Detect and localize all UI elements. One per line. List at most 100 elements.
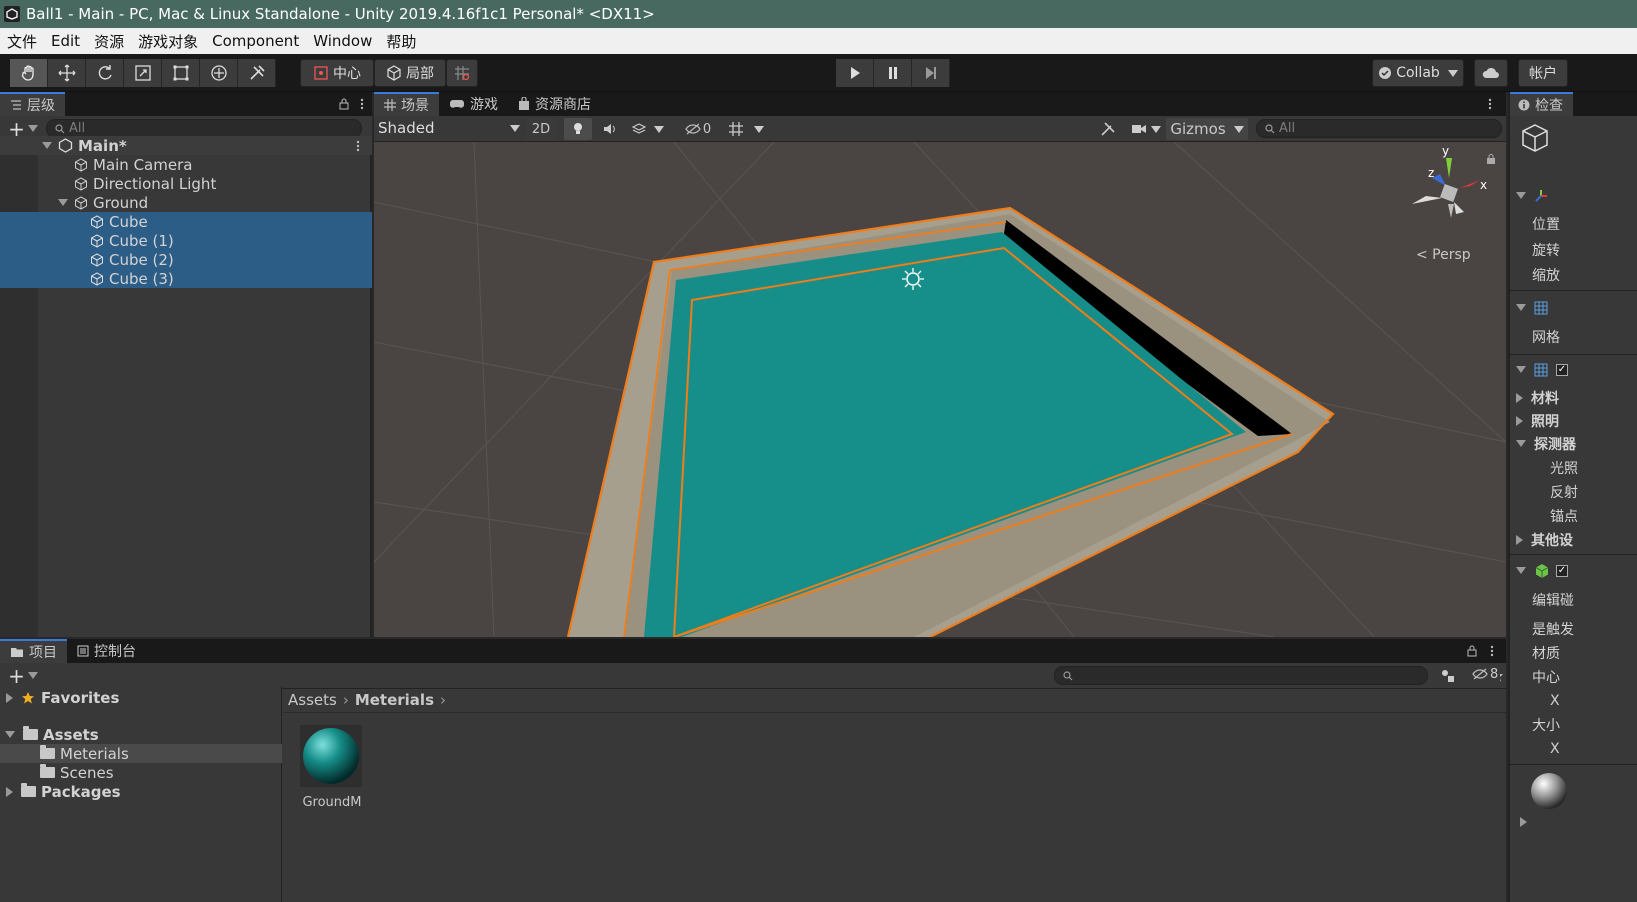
hierarchy-item-main-camera[interactable]: Main Camera xyxy=(0,155,372,174)
expand-arrow-icon[interactable] xyxy=(1516,440,1526,447)
expand-arrow-icon[interactable] xyxy=(58,199,68,206)
inspector-section-probes[interactable]: 探测器 xyxy=(1510,432,1637,455)
collapse-arrow-icon[interactable] xyxy=(1516,415,1523,426)
hierarchy-item-cube-1[interactable]: Cube (1) xyxy=(0,231,372,250)
kebab-menu-icon[interactable] xyxy=(360,98,364,110)
expand-arrow-icon[interactable] xyxy=(42,142,52,149)
cloud-button[interactable] xyxy=(1474,59,1508,87)
step-button[interactable] xyxy=(912,59,950,87)
pivot-center-toggle[interactable]: 中心 xyxy=(300,59,374,87)
hierarchy-item-cube-3[interactable]: Cube (3) xyxy=(0,269,372,288)
hidden-objects-toggle[interactable]: 0 xyxy=(678,118,718,140)
collapse-arrow-icon[interactable] xyxy=(6,692,13,703)
hierarchy-item-ground[interactable]: Ground xyxy=(0,193,372,212)
hand-tool-button[interactable] xyxy=(10,59,48,87)
box-collider-header[interactable]: ✓ xyxy=(1510,559,1637,582)
menu-component[interactable]: Component xyxy=(205,32,306,50)
y-axis-cone[interactable] xyxy=(1446,158,1452,178)
effects-dropdown[interactable] xyxy=(628,118,668,140)
tab-inspector[interactable]: 检查 xyxy=(1510,92,1573,116)
expand-arrow-icon[interactable] xyxy=(1516,366,1526,373)
scene-row[interactable]: Main* xyxy=(0,136,372,155)
neg-y-cone[interactable] xyxy=(1454,202,1464,214)
camera-dropdown[interactable] xyxy=(1126,118,1166,140)
hierarchy-item-cube-2[interactable]: Cube (2) xyxy=(0,250,372,269)
tab-asset-store[interactable]: 资源商店 xyxy=(508,92,601,116)
shading-mode-dropdown[interactable]: Shaded xyxy=(378,118,520,138)
move-tool-button[interactable] xyxy=(48,59,86,87)
expand-arrow-icon[interactable] xyxy=(1516,567,1526,574)
scene-search-input[interactable]: All xyxy=(1256,119,1502,138)
play-button[interactable] xyxy=(836,59,874,87)
expand-arrow-icon[interactable] xyxy=(1516,192,1526,199)
kebab-menu-icon[interactable] xyxy=(1488,98,1492,110)
gizmo-center-cube[interactable] xyxy=(1440,184,1458,202)
tab-console[interactable]: 控制台 xyxy=(67,639,146,663)
mesh-filter-header[interactable] xyxy=(1510,296,1637,319)
scene-tools-button[interactable] xyxy=(1094,118,1122,140)
rotate-tool-button[interactable] xyxy=(86,59,124,87)
space-local-toggle[interactable]: 局部 xyxy=(374,59,446,87)
menu-help[interactable]: 帮助 xyxy=(379,31,423,52)
orientation-gizmo[interactable]: y x z xyxy=(1404,144,1504,236)
project-search-input[interactable] xyxy=(1054,666,1428,685)
tree-item-favorites[interactable]: Favorites xyxy=(0,688,282,707)
hierarchy-item-directional-light[interactable]: Directional Light xyxy=(0,174,372,193)
collapse-arrow-icon[interactable] xyxy=(1520,817,1527,827)
enabled-checkbox[interactable]: ✓ xyxy=(1556,564,1568,577)
breadcrumb-assets[interactable]: Assets xyxy=(288,691,337,709)
custom-tool-button[interactable] xyxy=(238,59,276,87)
expand-arrow-icon[interactable] xyxy=(5,731,15,738)
account-dropdown[interactable]: 帐户 xyxy=(1518,59,1568,87)
expand-arrow-icon[interactable] xyxy=(1516,304,1526,311)
projection-label[interactable]: < Persp xyxy=(1416,247,1471,263)
breadcrumb-meterials[interactable]: Meterials xyxy=(355,691,434,709)
lock-icon[interactable] xyxy=(1466,645,1478,657)
tree-item-packages[interactable]: Packages xyxy=(0,782,282,801)
menu-gameobject[interactable]: 游戏对象 xyxy=(131,31,205,52)
tab-game[interactable]: 游戏 xyxy=(439,92,508,116)
tab-scene[interactable]: 场景 xyxy=(374,92,439,116)
snap-toggle[interactable] xyxy=(446,59,478,87)
tab-hierarchy[interactable]: 层级 xyxy=(0,92,65,116)
scene-viewport[interactable] xyxy=(374,142,1506,637)
grid-dropdown[interactable] xyxy=(722,118,770,140)
collab-dropdown[interactable]: Collab xyxy=(1372,59,1464,87)
menu-file[interactable]: 文件 xyxy=(0,31,44,52)
neg-x-cone[interactable] xyxy=(1412,196,1442,204)
audio-toggle[interactable] xyxy=(596,118,624,140)
tree-item-scenes[interactable]: Scenes xyxy=(0,763,282,782)
tab-project[interactable]: 项目 xyxy=(0,639,67,663)
lighting-toggle[interactable] xyxy=(564,118,592,140)
2d-toggle[interactable]: 2D xyxy=(526,118,556,140)
kebab-menu-icon[interactable] xyxy=(356,140,360,152)
inspector-section-materials[interactable]: 材料 xyxy=(1510,386,1637,409)
gizmos-dropdown[interactable]: Gizmos xyxy=(1166,118,1248,140)
tree-item-meterials[interactable]: Meterials xyxy=(0,744,282,763)
asset-tile-groundm[interactable]: GroundM xyxy=(300,725,364,811)
collapse-arrow-icon[interactable] xyxy=(1516,392,1523,403)
menu-assets[interactable]: 资源 xyxy=(87,31,131,52)
scale-tool-button[interactable] xyxy=(124,59,162,87)
inspector-section-lighting[interactable]: 照明 xyxy=(1510,409,1637,432)
transform-component-header[interactable] xyxy=(1510,184,1637,207)
search-by-type-button[interactable] xyxy=(1436,665,1460,687)
lock-icon[interactable] xyxy=(338,98,350,110)
kebab-menu-icon[interactable] xyxy=(1490,645,1494,657)
lock-icon[interactable] xyxy=(1486,154,1496,164)
inspector-section-additional[interactable]: 其他设 xyxy=(1510,528,1637,551)
menu-window[interactable]: Window xyxy=(306,32,379,50)
x-axis-cone[interactable] xyxy=(1460,180,1480,188)
material-preview-sphere[interactable] xyxy=(1530,772,1568,810)
pause-button[interactable] xyxy=(874,59,912,87)
project-hidden-packages-toggle[interactable]: 8 xyxy=(1470,663,1501,685)
tree-item-assets[interactable]: Assets xyxy=(0,725,282,744)
create-dropdown[interactable]: + xyxy=(0,664,46,688)
menu-edit[interactable]: Edit xyxy=(44,32,87,50)
collapse-arrow-icon[interactable] xyxy=(1516,534,1523,545)
enabled-checkbox[interactable]: ✓ xyxy=(1556,363,1568,376)
hierarchy-item-cube[interactable]: Cube xyxy=(0,212,372,231)
rect-tool-button[interactable] xyxy=(162,59,200,87)
transform-tool-button[interactable] xyxy=(200,59,238,87)
collapse-arrow-icon[interactable] xyxy=(6,786,13,797)
